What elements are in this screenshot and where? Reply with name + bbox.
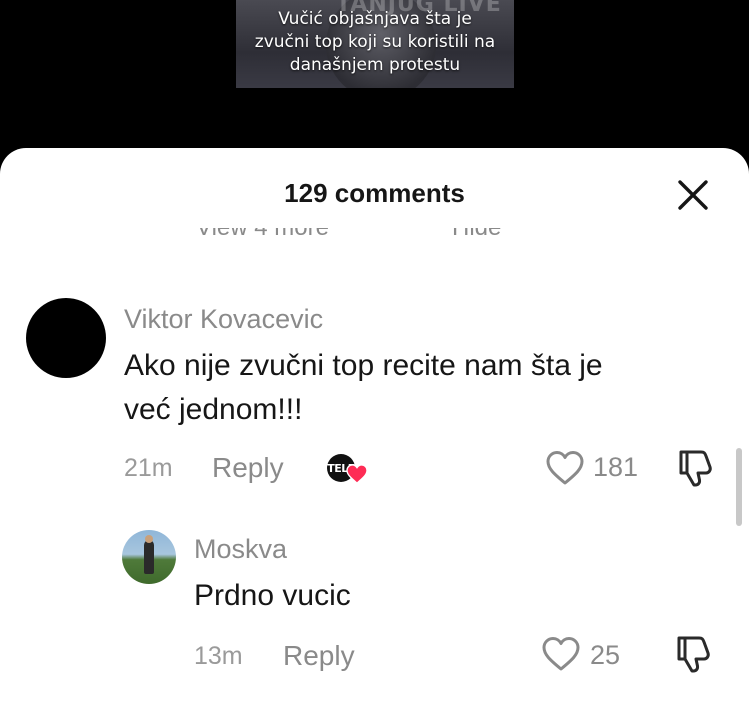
reply-button[interactable]: Reply bbox=[212, 452, 284, 484]
dislike-icon[interactable] bbox=[673, 634, 715, 674]
video-thumbnail[interactable]: TANJUG LIVE Vučić objašnjava šta je zvuč… bbox=[236, 0, 514, 88]
like-heart-icon[interactable] bbox=[545, 450, 585, 486]
avatar-head-shape bbox=[145, 535, 153, 543]
video-caption: Vučić objašnjava šta je zvučni top koji … bbox=[254, 9, 496, 75]
close-icon[interactable] bbox=[676, 178, 710, 212]
comment-username[interactable]: Viktor Kovacevic bbox=[124, 304, 323, 335]
comment-text: Ako nije zvučni top recite nam šta je ve… bbox=[124, 344, 603, 432]
comment-text-line: Ako nije zvučni top recite nam šta je bbox=[124, 349, 603, 382]
like-heart-icon[interactable] bbox=[541, 636, 581, 672]
comment-text-line: već jednom!!! bbox=[124, 393, 303, 426]
dislike-icon[interactable] bbox=[675, 448, 717, 488]
reply-button[interactable]: Reply bbox=[283, 640, 355, 672]
clipped-replies-row: View 4 more Hide bbox=[0, 228, 749, 248]
scrollbar-thumb[interactable] bbox=[736, 448, 742, 526]
hide-replies-link[interactable]: Hide bbox=[452, 228, 501, 242]
view-more-replies-link[interactable]: View 4 more bbox=[196, 228, 329, 242]
avatar[interactable] bbox=[122, 530, 176, 584]
like-count: 181 bbox=[593, 452, 639, 482]
comment-timestamp: 21m bbox=[124, 454, 173, 482]
comment-text: Prdno vucic bbox=[194, 579, 351, 612]
avatar-person-shape bbox=[144, 540, 154, 574]
comments-sheet: 129 comments View 4 more Hide Viktor Kov… bbox=[0, 148, 749, 708]
comment-timestamp: 13m bbox=[194, 642, 243, 670]
comments-header: 129 comments bbox=[0, 148, 749, 234]
avatar[interactable] bbox=[26, 298, 106, 378]
creator-liked-heart-icon bbox=[346, 464, 368, 484]
comments-count-title: 129 comments bbox=[284, 178, 465, 208]
comment-username[interactable]: Moskva bbox=[194, 534, 287, 565]
like-count: 25 bbox=[590, 640, 621, 670]
